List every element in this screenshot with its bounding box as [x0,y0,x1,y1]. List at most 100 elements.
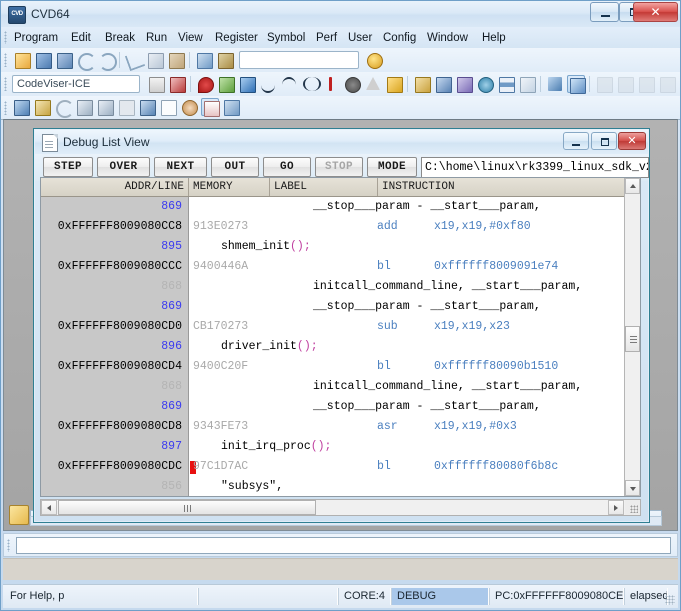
memory-window-icon[interactable] [434,75,452,93]
breakpoint-icon[interactable] [196,75,214,93]
over-button[interactable]: OVER [97,157,150,177]
menu-view[interactable]: View [174,30,207,46]
vertical-scroll-thumb[interactable] [625,326,640,352]
menu-break[interactable]: Break [101,30,139,46]
refresh-icon[interactable] [54,98,74,118]
column-header-label[interactable]: LABEL [270,178,378,196]
table-row[interactable]: 0xFFFFFF8009080CC8 913E0273 add x19,x19,#0x… [41,217,626,237]
table-row[interactable]: 869 __stop___param - __start___param, [41,297,626,317]
column-header-memory[interactable]: MEMORY [189,178,270,196]
edit-properties-icon[interactable] [216,51,234,69]
table-row[interactable]: 896 driver_init(); [41,337,626,357]
out-button[interactable]: OUT [211,157,259,177]
save-icon[interactable] [34,51,52,69]
debug-minimize-button[interactable] [563,132,589,150]
open-folder-icon[interactable] [13,51,31,69]
table-row[interactable]: 869 __stop___param - __start___param, [41,397,626,417]
menu-run[interactable]: Run [142,30,171,46]
stop-window-icon[interactable] [518,75,536,93]
scroll-up-button[interactable] [625,178,640,194]
copy-icon[interactable] [146,51,164,69]
menu-register[interactable]: Register [211,30,262,46]
resize-grip-icon[interactable] [665,595,675,605]
warning-icon[interactable] [364,75,382,93]
step-out-icon[interactable] [301,75,321,93]
timer-icon[interactable] [180,98,198,116]
cascade-icon[interactable] [222,98,240,116]
list-icon[interactable] [147,75,165,93]
table-row[interactable]: 0xFFFFFF8009080CD4 9400C20F bl 0xffffff8009… [41,357,626,377]
toolbar1-grip[interactable] [4,53,7,67]
scroll-left-button[interactable] [41,500,57,515]
redo-icon[interactable] [97,51,117,71]
step-button[interactable]: STEP [43,157,93,177]
register-window-icon[interactable] [413,75,431,93]
grid-window-icon[interactable] [201,98,220,117]
save-all-icon[interactable] [55,51,73,69]
download-icon[interactable] [238,75,256,93]
source-path-field[interactable]: C:\home\linux\rk3399_linux_sdk_v2.0\ker [421,157,649,178]
toolbar2-grip[interactable] [4,77,7,91]
table-row[interactable]: 0xFFFFFF8009080CDC 97C1D7AC bl 0xffffff8008… [41,457,626,477]
menu-perf[interactable]: Perf [312,30,341,46]
next-button[interactable]: NEXT [154,157,207,177]
resize-grip-icon[interactable] [630,505,638,513]
list-horizontal-scrollbar[interactable] [40,499,641,516]
menu-help[interactable]: Help [478,30,510,46]
debug-close-button[interactable]: ✕ [618,132,646,150]
table-row[interactable]: 0xFFFFFF8009080CCC 9400446A bl 0xffffff8009… [41,257,626,277]
mode-button[interactable]: MODE [367,157,417,177]
flash-icon[interactable] [12,98,30,116]
disasm-window-icon[interactable] [546,75,564,93]
menubar-grip[interactable] [4,31,7,44]
command-bar-grip[interactable] [7,539,10,552]
blank-window-icon[interactable] [159,98,177,116]
scroll-down-button[interactable] [625,480,640,496]
close-button[interactable]: ✕ [633,2,678,22]
search-input[interactable] [239,51,359,69]
undo-icon[interactable] [76,51,96,71]
table-row[interactable]: 895 shmem_init(); [41,237,626,257]
menu-edit[interactable]: Edit [67,30,95,46]
chart-icon[interactable] [138,98,156,116]
table-row[interactable]: 856 "subsys", [41,477,626,496]
run-icon[interactable] [322,75,340,93]
debug-maximize-button[interactable] [591,132,617,150]
horizontal-scroll-thumb[interactable] [58,500,316,515]
link-icon[interactable] [117,98,135,116]
menu-config[interactable]: Config [379,30,420,46]
step-over-icon[interactable] [280,75,298,93]
table-row[interactable]: 897 init_irq_proc(); [41,437,626,457]
cut-icon[interactable] [124,50,146,72]
command-input[interactable] [16,537,671,554]
menu-symbol[interactable]: Symbol [263,30,309,46]
erase-icon[interactable] [168,75,186,93]
table-row[interactable]: 0xFFFFFF8009080CD0 CB170273 sub x19,x19,x23 [41,317,626,337]
table-row[interactable]: 869 __stop___param - __start___param, [41,197,626,217]
target-select[interactable]: CodeViser-ICE [12,75,140,93]
table-row[interactable]: 0xFFFFFF8009080CD8 9343FE73 asr x19,x19,#0x… [41,417,626,437]
module-icon[interactable] [33,98,51,116]
step-into-icon[interactable] [259,75,277,93]
minimized-window-icon[interactable] [9,505,29,525]
toolbar3-grip[interactable] [4,101,7,115]
menu-user[interactable]: User [344,30,376,46]
trace-window-icon[interactable] [455,75,473,93]
list-vertical-scrollbar[interactable] [624,178,640,496]
reset-icon[interactable] [217,75,235,93]
menu-window[interactable]: Window [423,30,472,46]
column-header-addr-line[interactable]: ADDR/LINE [41,178,189,196]
table-window-icon[interactable] [497,75,515,93]
minimize-button[interactable] [590,2,619,22]
column-header-instruction[interactable]: INSTRUCTION [378,178,626,196]
jump-icon[interactable] [96,98,114,116]
table-row[interactable]: 868 initcall_command_line, __start___para… [41,277,626,297]
goto-pc-icon[interactable] [385,75,403,93]
config-gear-icon[interactable] [476,75,494,93]
debug-list-view-icon[interactable] [567,75,586,94]
go-button[interactable]: GO [263,157,311,177]
copy-window-icon[interactable] [195,51,213,69]
cursor-icon[interactable] [75,98,93,116]
scroll-right-button[interactable] [608,500,624,515]
menu-program[interactable]: Program [10,30,62,46]
